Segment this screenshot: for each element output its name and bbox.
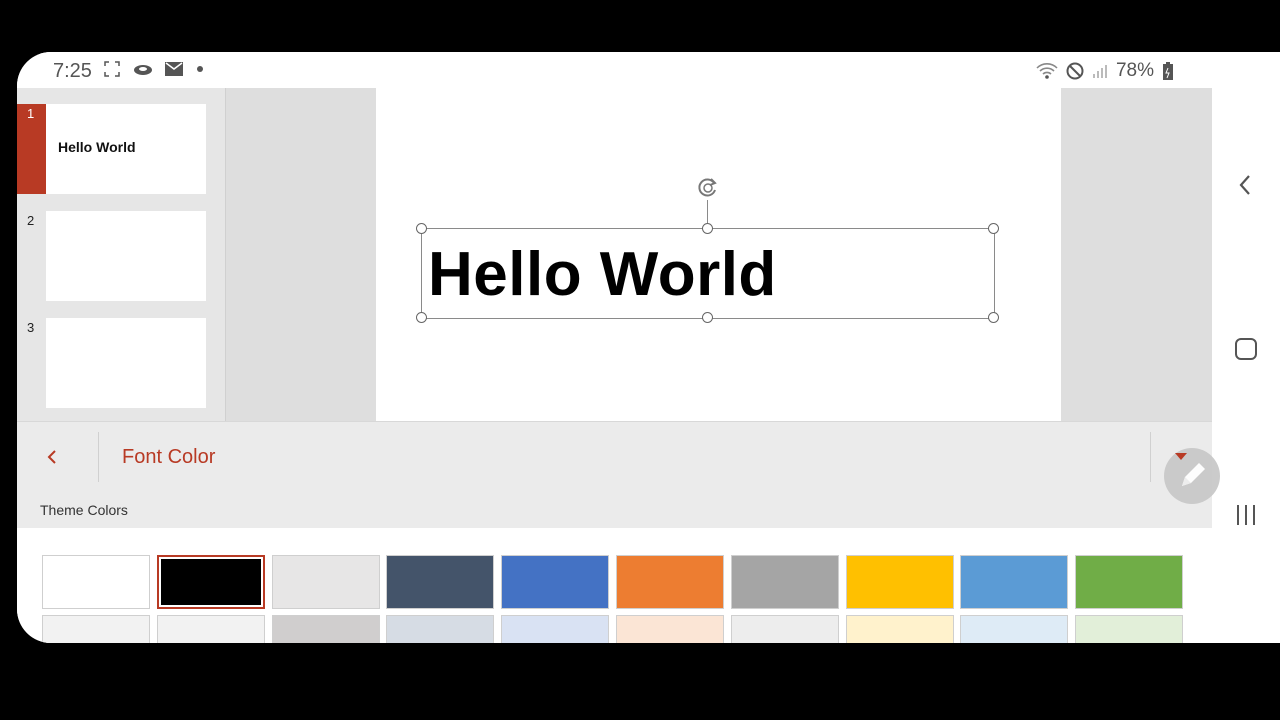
color-swatch[interactable]: [960, 615, 1069, 643]
back-button[interactable]: [37, 442, 67, 472]
color-swatch[interactable]: [501, 615, 610, 643]
color-swatch[interactable]: [42, 615, 150, 643]
color-swatch[interactable]: [730, 555, 839, 609]
fab-caret-icon: [1175, 453, 1187, 460]
panel-header: Font Color: [17, 421, 1212, 493]
resize-handle-bottom-right[interactable]: [988, 312, 999, 323]
color-swatch[interactable]: [271, 615, 380, 643]
color-swatch[interactable]: [42, 555, 150, 609]
resize-handle-top-left[interactable]: [416, 223, 427, 234]
signal-icon: [1092, 65, 1107, 78]
back-nav-button[interactable]: [1212, 170, 1280, 205]
system-navigation-bar: [1212, 52, 1280, 643]
rotate-handle-icon[interactable]: [694, 174, 722, 202]
color-swatch[interactable]: [616, 615, 724, 643]
slide-number: 3: [27, 320, 35, 335]
color-swatch[interactable]: [1075, 555, 1184, 609]
color-swatch-selected[interactable]: [156, 555, 265, 609]
battery-icon: [1163, 62, 1173, 80]
color-swatch[interactable]: [271, 555, 380, 609]
color-swatch[interactable]: [845, 615, 954, 643]
resize-handle-bottom[interactable]: [702, 312, 713, 323]
slide-number: 2: [27, 213, 35, 228]
slide-number: 1: [27, 106, 35, 121]
recents-nav-icon: [1237, 505, 1255, 525]
chevron-left-icon: [47, 450, 56, 464]
color-swatch[interactable]: [960, 555, 1069, 609]
status-left-icons: [103, 60, 205, 78]
status-right: 78%: [1036, 60, 1174, 82]
color-swatch[interactable]: [386, 615, 495, 643]
resize-handle-top[interactable]: [702, 223, 713, 234]
screenshot-icon: [104, 61, 120, 77]
wifi-icon: [1036, 63, 1058, 79]
header-divider: [98, 432, 99, 482]
phone-screen: 7:25 78% 1 Hello World 2 3 Hello World F…: [17, 52, 1280, 643]
color-swatch[interactable]: [501, 555, 610, 609]
slide-thumbnail-title: Hello World: [58, 139, 136, 155]
do-not-disturb-icon: [1066, 62, 1084, 80]
resize-handle-bottom-left[interactable]: [416, 312, 427, 323]
color-swatch[interactable]: [845, 555, 954, 609]
color-swatch[interactable]: [156, 615, 265, 643]
color-swatch[interactable]: [386, 555, 495, 609]
dot-icon: [197, 66, 203, 72]
color-swatch[interactable]: [730, 615, 839, 643]
slide-editor-area: Hello World: [225, 88, 1213, 421]
resize-handle-top-right[interactable]: [988, 223, 999, 234]
recents-nav-button[interactable]: [1212, 502, 1280, 533]
edit-fab-button[interactable]: [1164, 448, 1220, 504]
status-bar: 7:25 78%: [17, 52, 1212, 89]
home-nav-button[interactable]: [1212, 336, 1280, 367]
selected-text-box[interactable]: Hello World: [421, 228, 995, 319]
theme-colors-label: Theme Colors: [40, 502, 128, 518]
battery-percent: 78%: [1115, 60, 1154, 81]
header-divider: [1150, 432, 1151, 482]
color-swatch[interactable]: [616, 555, 724, 609]
pencil-icon: [1182, 463, 1205, 486]
status-time: 7:25: [53, 60, 92, 82]
slide-canvas[interactable]: Hello World: [376, 88, 1061, 421]
theme-colors-section-header: Theme Colors: [17, 492, 1212, 528]
slide-thumbnail-1[interactable]: Hello World: [46, 104, 206, 194]
color-swatch[interactable]: [1075, 615, 1184, 643]
font-color-panel: Font Color Theme Colors: [17, 421, 1212, 643]
mail-icon: [165, 62, 183, 76]
back-nav-icon: [1239, 175, 1250, 195]
slide-thumbnail-2[interactable]: [46, 211, 206, 301]
slide-thumbnail-3[interactable]: [46, 318, 206, 408]
panel-title: Font Color: [122, 446, 216, 468]
slide-thumbnail-pane: 1 Hello World 2 3: [17, 88, 225, 421]
text-box-content[interactable]: Hello World: [428, 239, 777, 310]
home-nav-icon: [1235, 338, 1257, 360]
cloud-icon: [134, 65, 152, 75]
